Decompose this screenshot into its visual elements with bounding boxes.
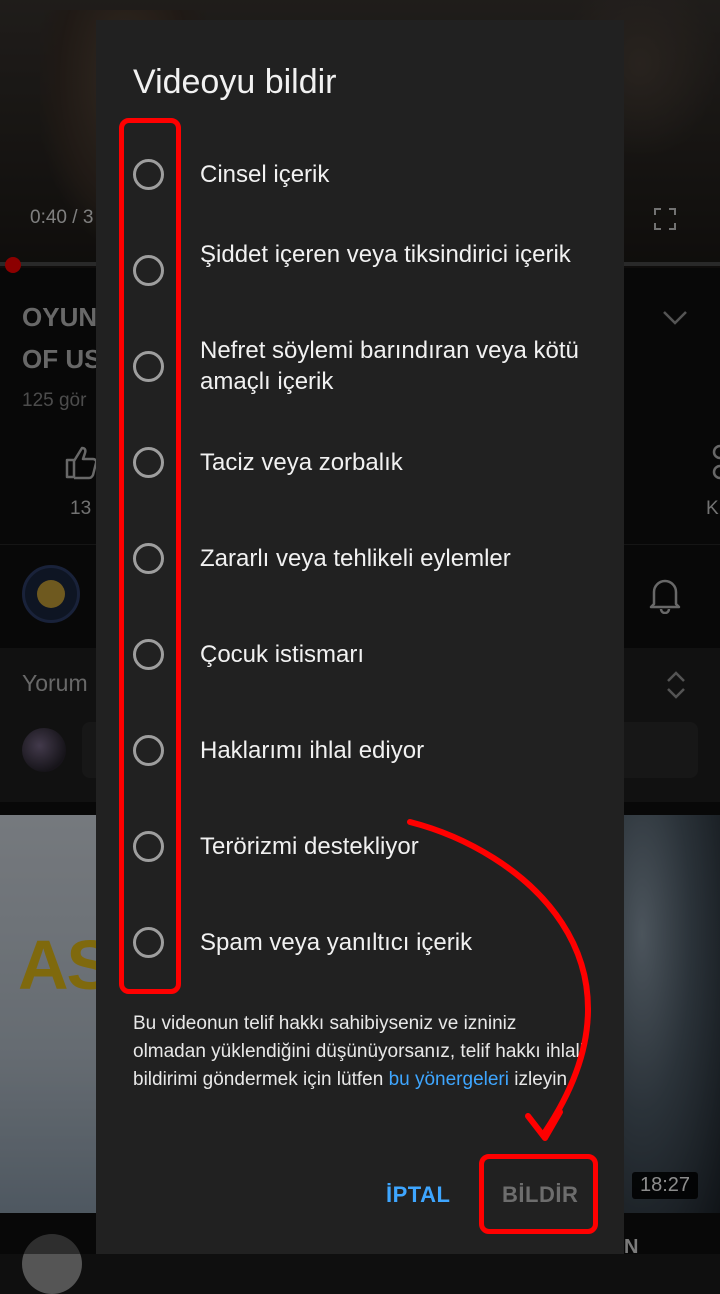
option-label: Taciz veya zorbalık (200, 449, 403, 476)
cancel-button[interactable]: İPTAL (386, 1182, 450, 1208)
option-label: Haklarımı ihlal ediyor (200, 737, 425, 764)
copyright-note: Bu videonun telif hakkı sahibiyseniz ve … (133, 1010, 589, 1094)
guidelines-link[interactable]: bu yönergeleri (389, 1069, 509, 1090)
option-label: Nefret söylemi barındıran veya kötü amaç… (200, 337, 579, 395)
option-label: Şiddet içeren veya tiksindirici içerik (200, 241, 571, 268)
option-label: Cinsel içerik (200, 161, 330, 188)
annotation-highlight-radios (119, 118, 181, 994)
option-label: Zararlı veya tehlikeli eylemler (200, 545, 511, 572)
dialog-title: Videoyu bildir (133, 63, 337, 101)
option-label: Spam veya yanıltıcı içerik (200, 929, 473, 956)
copyright-note-suffix: izleyin. (508, 1069, 573, 1090)
annotation-highlight-report (479, 1154, 598, 1234)
option-label: Çocuk istismarı (200, 641, 365, 668)
option-label: Terörizmi destekliyor (200, 833, 419, 860)
